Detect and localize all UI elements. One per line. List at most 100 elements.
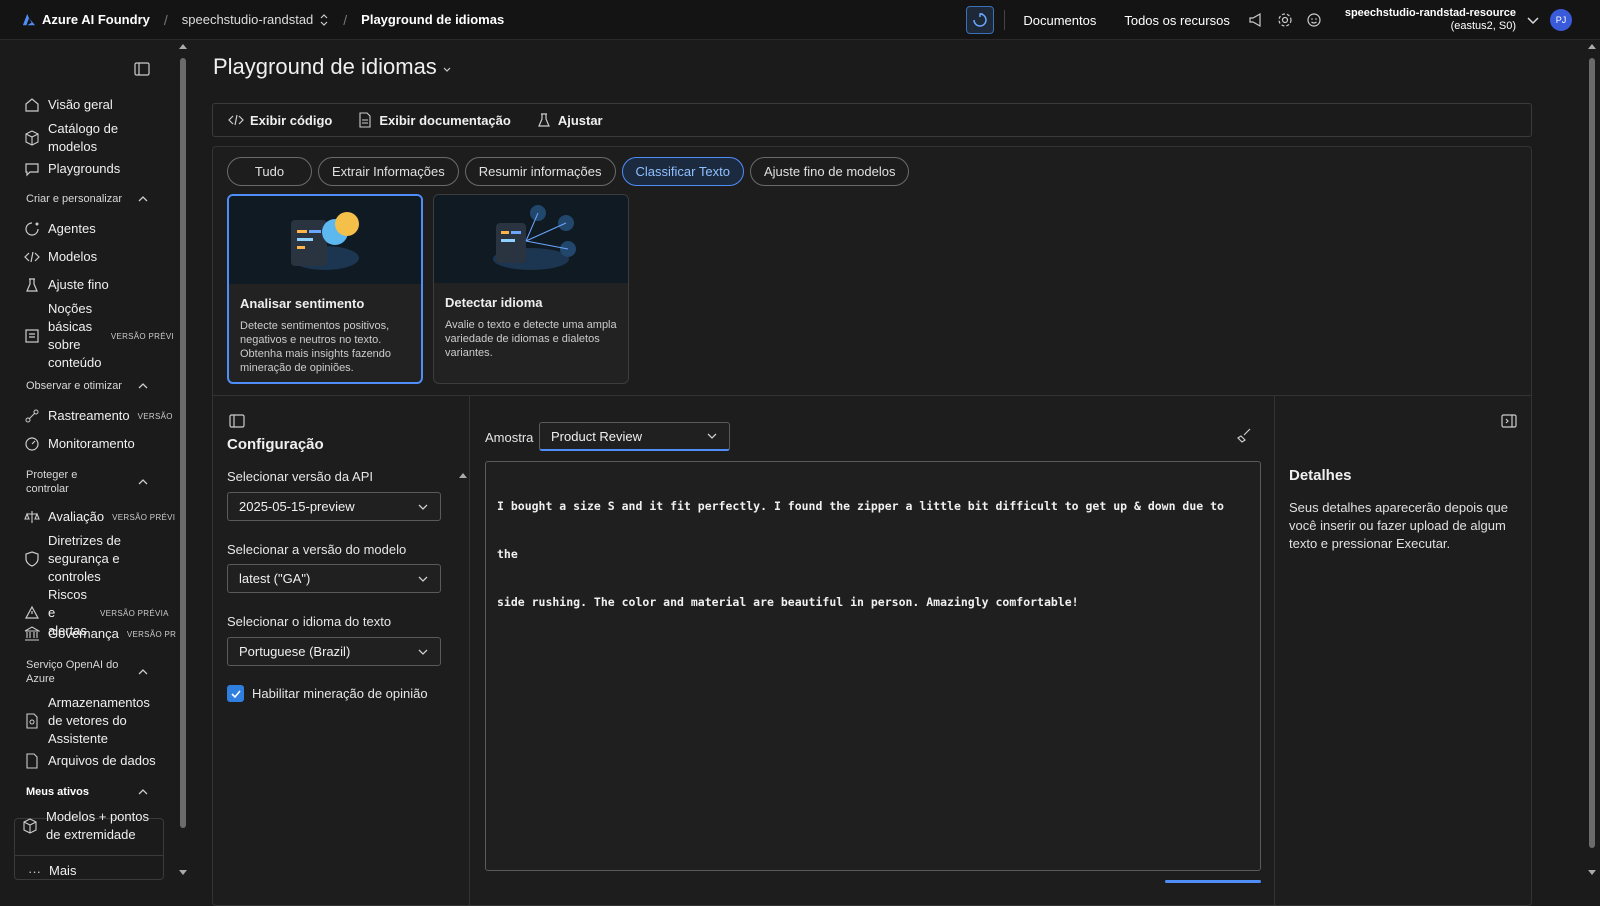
filter-tabs: Tudo Extrair Informações Resumir informa… [227, 157, 915, 186]
all-resources-link[interactable]: Todos os recursos [1124, 13, 1230, 28]
brand[interactable]: Azure AI Foundry [22, 12, 150, 27]
filter-summarize[interactable]: Resumir informações [464, 157, 616, 186]
card-detect-language[interactable]: Detectar idioma Avalie o texto e detecte… [433, 194, 629, 384]
sidebar-item-catalog[interactable]: Catálogo de modelos [24, 120, 144, 156]
section-title: Meus ativos [26, 786, 89, 798]
chevron-down-icon [418, 504, 428, 510]
breadcrumb-current: Playground de idiomas [361, 12, 505, 27]
card-title: Detectar idioma [445, 295, 543, 310]
scroll-down-arrow[interactable] [179, 870, 187, 875]
flask-icon [537, 113, 550, 127]
sidebar-item-evaluation[interactable]: Avaliação VERSÃO PRÉVI [24, 508, 175, 526]
resource-region: (eastus2, S0) [1450, 20, 1516, 32]
sidebar-scrollbar[interactable] [176, 40, 190, 900]
sidebar-item-models-endpoints[interactable]: Modelos + pontos de extremidade [22, 808, 150, 844]
details-title: Detalhes [1289, 467, 1352, 484]
chevron-down-icon [418, 649, 428, 655]
sidebar-scroll-thumb[interactable] [180, 58, 186, 828]
preview-badge: VERSÃO PR [126, 629, 176, 639]
document-icon [359, 112, 371, 128]
section-observe-optimize[interactable]: Observar e otimizar [26, 380, 148, 392]
sidebar-item-guardrails[interactable]: Diretrizes de segurança e controles [24, 532, 154, 586]
announcement-icon[interactable] [1248, 12, 1264, 28]
main-scroll-thumb[interactable] [1589, 58, 1595, 848]
file-search-icon [26, 713, 38, 729]
divider [469, 396, 470, 906]
avatar[interactable]: PJ [1550, 9, 1572, 31]
sample-select[interactable]: Product Review [539, 422, 730, 451]
copilot-button[interactable] [966, 6, 995, 34]
main-scrollbar[interactable] [1584, 40, 1600, 900]
card-description: Detecte sentimentos positivos, negativos… [240, 320, 392, 374]
clear-broom-icon[interactable] [1237, 427, 1253, 443]
section-create-customize[interactable]: Criar e personalizar [26, 193, 148, 205]
section-my-assets[interactable]: Meus ativos [26, 786, 148, 798]
chevron-up-icon [138, 196, 148, 202]
code-icon [228, 114, 244, 126]
api-version-select[interactable]: 2025-05-15-preview [227, 492, 441, 521]
expand-panel-icon[interactable] [1501, 413, 1517, 429]
scroll-up-arrow[interactable] [1588, 44, 1596, 49]
filter-all[interactable]: Tudo [227, 157, 312, 186]
sidebar-item-agents[interactable]: Agentes [24, 220, 96, 238]
chevron-down-icon[interactable] [1526, 13, 1540, 27]
page-title[interactable]: Playground de idiomas [213, 54, 452, 80]
opinion-mining-row[interactable]: Habilitar mineração de opinião [227, 685, 428, 702]
button-label: Exibir documentação [379, 112, 511, 128]
flask-icon [26, 278, 38, 292]
scroll-up-arrow[interactable] [179, 44, 187, 49]
sidebar-item-models[interactable]: Modelos [24, 248, 97, 266]
sidebar-item-playgrounds[interactable]: Playgrounds [24, 160, 120, 178]
text-language-select[interactable]: Portuguese (Brazil) [227, 637, 441, 666]
sidebar-item-vector-stores[interactable]: Armazenamentos de vetores do Assistente [24, 694, 154, 748]
sample-text-area[interactable]: I bought a size S and it fit perfectly. … [485, 461, 1261, 871]
main-content: Playground de idiomas Exibir código Exib… [190, 40, 1584, 906]
sidebar-item-label: Avaliação [48, 509, 105, 524]
sidebar-item-tracing[interactable]: Rastreamento VERSÃO [24, 407, 173, 425]
bank-icon [24, 626, 40, 641]
view-docs-button[interactable]: Exibir documentação [357, 112, 511, 128]
sidebar-item-governance[interactable]: Governança VERSÃO PR [24, 625, 176, 643]
sidebar-item-label: Noções básicas sobre conteúdo [48, 301, 102, 370]
sidebar-item-content-understanding[interactable]: Noções básicas sobre conteúdo VERSÃO PRÉ… [24, 300, 174, 372]
breadcrumb-project[interactable]: speechstudio-randstad [182, 12, 330, 27]
card-analyze-sentiment[interactable]: Analisar sentimento Detecte sentimentos … [227, 194, 423, 384]
panel-toggle-icon[interactable] [229, 413, 245, 429]
section-protect-govern[interactable]: Proteger e controlar [26, 468, 148, 496]
section-azure-openai[interactable]: Serviço OpenAI do Azure [26, 658, 148, 686]
agent-icon [25, 222, 39, 236]
filter-classify[interactable]: Classificar Texto [621, 157, 744, 186]
chevron-down-icon [707, 433, 717, 439]
sidebar-item-overview[interactable]: Visão geral [24, 96, 113, 114]
filter-finetune[interactable]: Ajuste fino de modelos [749, 157, 910, 186]
scroll-up-arrow[interactable] [459, 473, 467, 478]
opinion-mining-checkbox[interactable] [227, 685, 244, 702]
sidebar-item-monitoring[interactable]: Monitoramento [24, 435, 135, 453]
resource-name: speechstudio-randstad-resource [1344, 7, 1516, 19]
trace-icon [25, 409, 39, 423]
updown-chevron-icon [320, 13, 328, 26]
feedback-smiley-icon[interactable] [1306, 12, 1322, 28]
filter-extract[interactable]: Extrair Informações [318, 157, 459, 186]
sidebar-item-more[interactable]: ··· Mais [28, 862, 76, 880]
sidebar-item-finetune[interactable]: Ajuste fino [24, 276, 109, 294]
model-version-select[interactable]: latest ("GA") [227, 564, 441, 593]
section-title: Serviço OpenAI do Azure [26, 659, 119, 685]
docs-link[interactable]: Documentos [1023, 13, 1096, 28]
view-code-button[interactable]: Exibir código [228, 112, 332, 128]
adjust-button[interactable]: Ajustar [536, 112, 603, 128]
sidebar-item-label: Visão geral [48, 97, 113, 112]
monitor-icon [25, 437, 39, 451]
sidebar-item-label: Modelos + pontos de extremidade [46, 809, 149, 842]
scroll-down-arrow[interactable] [1588, 870, 1596, 875]
chevron-up-icon [138, 669, 148, 675]
opinion-mining-label: Habilitar mineração de opinião [252, 686, 428, 701]
resource-selector[interactable]: speechstudio-randstad-resource (eastus2,… [1345, 7, 1516, 33]
settings-gear-icon[interactable] [1277, 12, 1293, 28]
api-version-label: Selecionar versão da API [227, 469, 373, 484]
select-value: 2025-05-15-preview [239, 499, 355, 514]
run-button[interactable] [1165, 880, 1261, 883]
sidebar-item-data-files[interactable]: Arquivos de dados [24, 752, 156, 770]
collapse-sidebar-icon[interactable] [134, 62, 150, 76]
button-label: Exibir código [250, 112, 333, 128]
